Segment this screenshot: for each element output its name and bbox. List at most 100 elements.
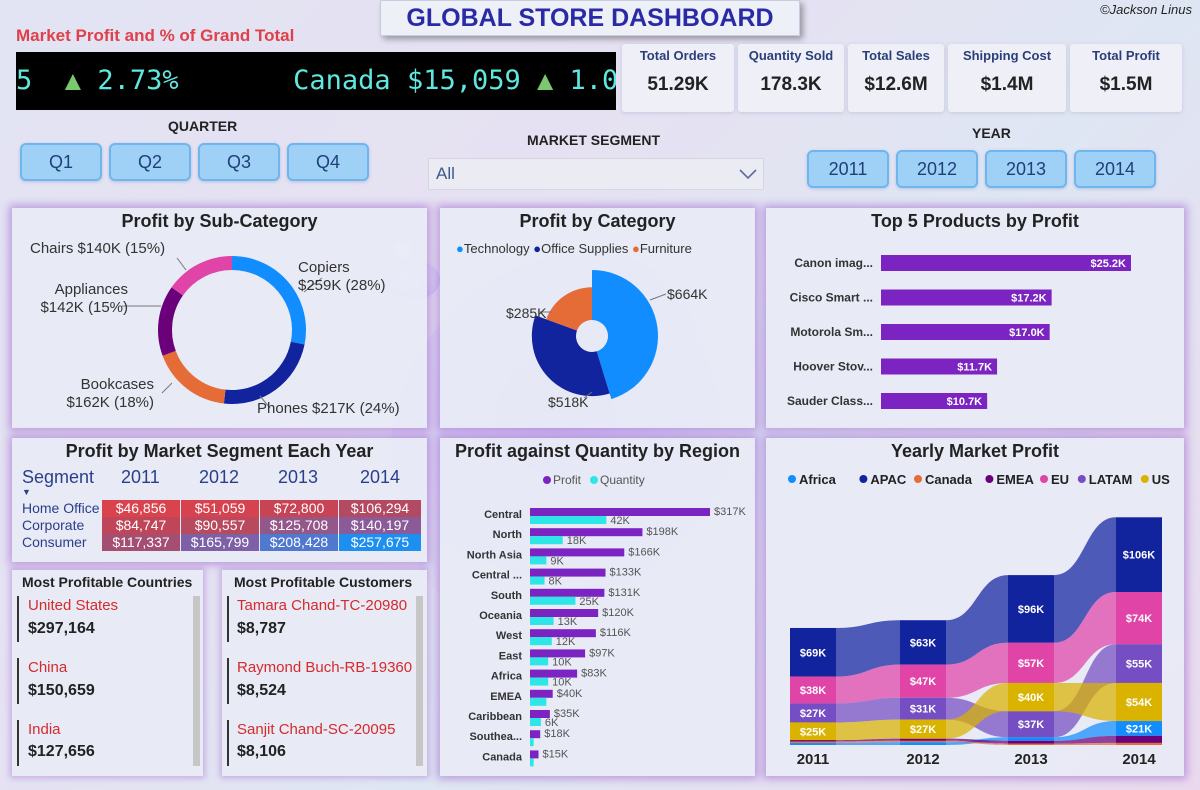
segment-data-label: $31K [910,704,936,716]
profit-bar [530,730,541,739]
quantity-data-label: 12K [556,636,576,648]
countries-panel: Most Profitable Countries United States … [12,570,203,776]
quarter-q3-button[interactable]: Q3 [198,143,280,181]
kpi-label: Total Sales [862,48,930,63]
table-cell: $257,675 [339,534,421,551]
segment-emea [900,738,946,741]
kpi-label: Total Orders [639,48,717,63]
chevron-down-icon [739,169,757,180]
region-label: East [499,650,523,662]
country-name[interactable]: United States [28,597,118,614]
legend-profit: Profit [553,473,582,487]
quantity-bar [530,657,549,666]
quantity-bar [530,596,576,605]
legend-dot-icon [1077,475,1086,483]
slice-label-value: $142K (15%) [40,299,128,316]
bar-data-label: $17.2K [1011,293,1047,305]
customer-value: $8,106 [237,743,286,760]
profit-bar [530,689,553,698]
region-label: Central ... [472,570,522,582]
donut-slice-appliances [158,287,183,356]
region-label: West [496,630,522,642]
year-2014-button[interactable]: 2014 [1074,150,1156,188]
category-label-office-supplies: $518K [548,394,589,410]
profit-data-label: $15K [543,748,569,760]
donut-slice-chairs [171,256,232,296]
segment-data-label: $54K [1126,697,1152,709]
bar-category-label: Cisco Smart ... [790,291,873,305]
customer-name[interactable]: Tamara Chand-TC-20980 [237,597,407,614]
scrollbar[interactable] [193,596,200,766]
quantity-data-label: 8K [549,576,563,588]
legend-eu: EU [1051,472,1069,487]
kpi-value: $1.5M [1099,74,1153,95]
legend-canada: Canada [925,472,973,487]
year-2012-button[interactable]: 2012 [896,150,978,188]
quantity-bar [530,738,534,747]
customer-name[interactable]: Raymond Buch-RB-19360 [237,659,412,676]
region-label: Southea... [469,731,522,743]
kpi-value: 178.3K [760,74,822,95]
bar-data-label: $10.7K [947,396,983,408]
quarter-q1-button[interactable]: Q1 [20,143,102,181]
quarter-label: QUARTER [168,118,238,134]
customer-value: $8,524 [237,682,286,699]
quantity-bar [530,758,534,767]
quantity-bar [530,637,552,646]
segment-data-label: $96K [1018,604,1044,616]
bar-category-label: Sauder Class... [787,394,873,408]
kpi-total-sales: Total Sales $12.6M [848,44,944,112]
table-cell: $140,197 [339,517,421,534]
bar-data-label: $25.2K [1091,258,1127,270]
quantity-data-label: 13K [558,616,578,628]
segment-data-label: $47K [910,676,936,688]
donut-slice-copiers [232,256,306,345]
customer-name[interactable]: Sanjit Chand-SC-20095 [237,721,395,738]
quantity-data-label: 10K [552,677,572,689]
segment-data-label: $27K [800,708,826,720]
profit-data-label: $40K [557,688,583,700]
kpi-label: Quantity Sold [748,48,834,63]
region-label: North [493,529,523,541]
yearly-ribbon-chart[interactable]: Africa APAC Canada EMEA EU LATAM US $69K $38K $27… [766,438,1184,776]
quarter-q2-button[interactable]: Q2 [109,143,191,181]
table-cell: $51,059 [181,500,259,517]
market-segment-label: MARKET SEGMENT [527,132,660,148]
country-name[interactable]: China [28,659,67,676]
year-axis-label: 2013 [1014,751,1047,768]
legend-quantity: Quantity [600,473,645,487]
bar-data-label: $11.7K [957,362,992,374]
profit-bar [530,750,539,759]
kpi-total-profit: Total Profit $1.5M [1070,44,1182,112]
segment-row-label: Corporate [22,517,85,533]
year-2011-button[interactable]: 2011 [807,150,889,188]
ribbon-us [836,719,900,741]
scrollbar[interactable] [416,596,423,766]
leader-line [176,257,187,271]
country-name[interactable]: India [28,721,61,738]
segment-africa [790,742,836,745]
country-value: $297,164 [28,620,95,637]
region-bar-chart[interactable]: Profit Quantity Central $317K 42K North $198K 1… [440,438,755,776]
legend-dot-icon [788,475,796,483]
market-segment-dropdown[interactable]: All [428,158,764,190]
sort-down-icon[interactable]: ▼ [22,487,31,497]
segment-column-header[interactable]: Segment [22,467,94,488]
top-products-bar-chart[interactable]: Canon imag... $25.2K Cisco Smart ... $17.2K… [766,208,1184,428]
kpi-quantity-sold: Quantity Sold 178.3K [738,44,844,112]
ticker-item-name: Canada [293,65,391,96]
year-column-header: 2011 [121,467,160,487]
ticker-lead: 5 [16,65,33,96]
slice-label-chairs: Chairs $140K (15%) [30,240,166,257]
subcategory-panel: Profit by Sub-Category Chairs $140K (15%… [12,208,427,428]
legend-dot-icon [914,475,922,483]
kpi-value: 51.29K [647,74,709,95]
category-rose-chart[interactable] [440,208,755,428]
quantity-data-label: 42K [610,515,630,527]
legend-dot-icon [859,475,868,483]
segment-africa [1008,737,1054,741]
profit-data-label: $120K [602,607,634,619]
slice-label-bookcases: Bookcases $162K (18%) [42,376,154,412]
year-2013-button[interactable]: 2013 [985,150,1067,188]
quarter-q4-button[interactable]: Q4 [287,143,369,181]
